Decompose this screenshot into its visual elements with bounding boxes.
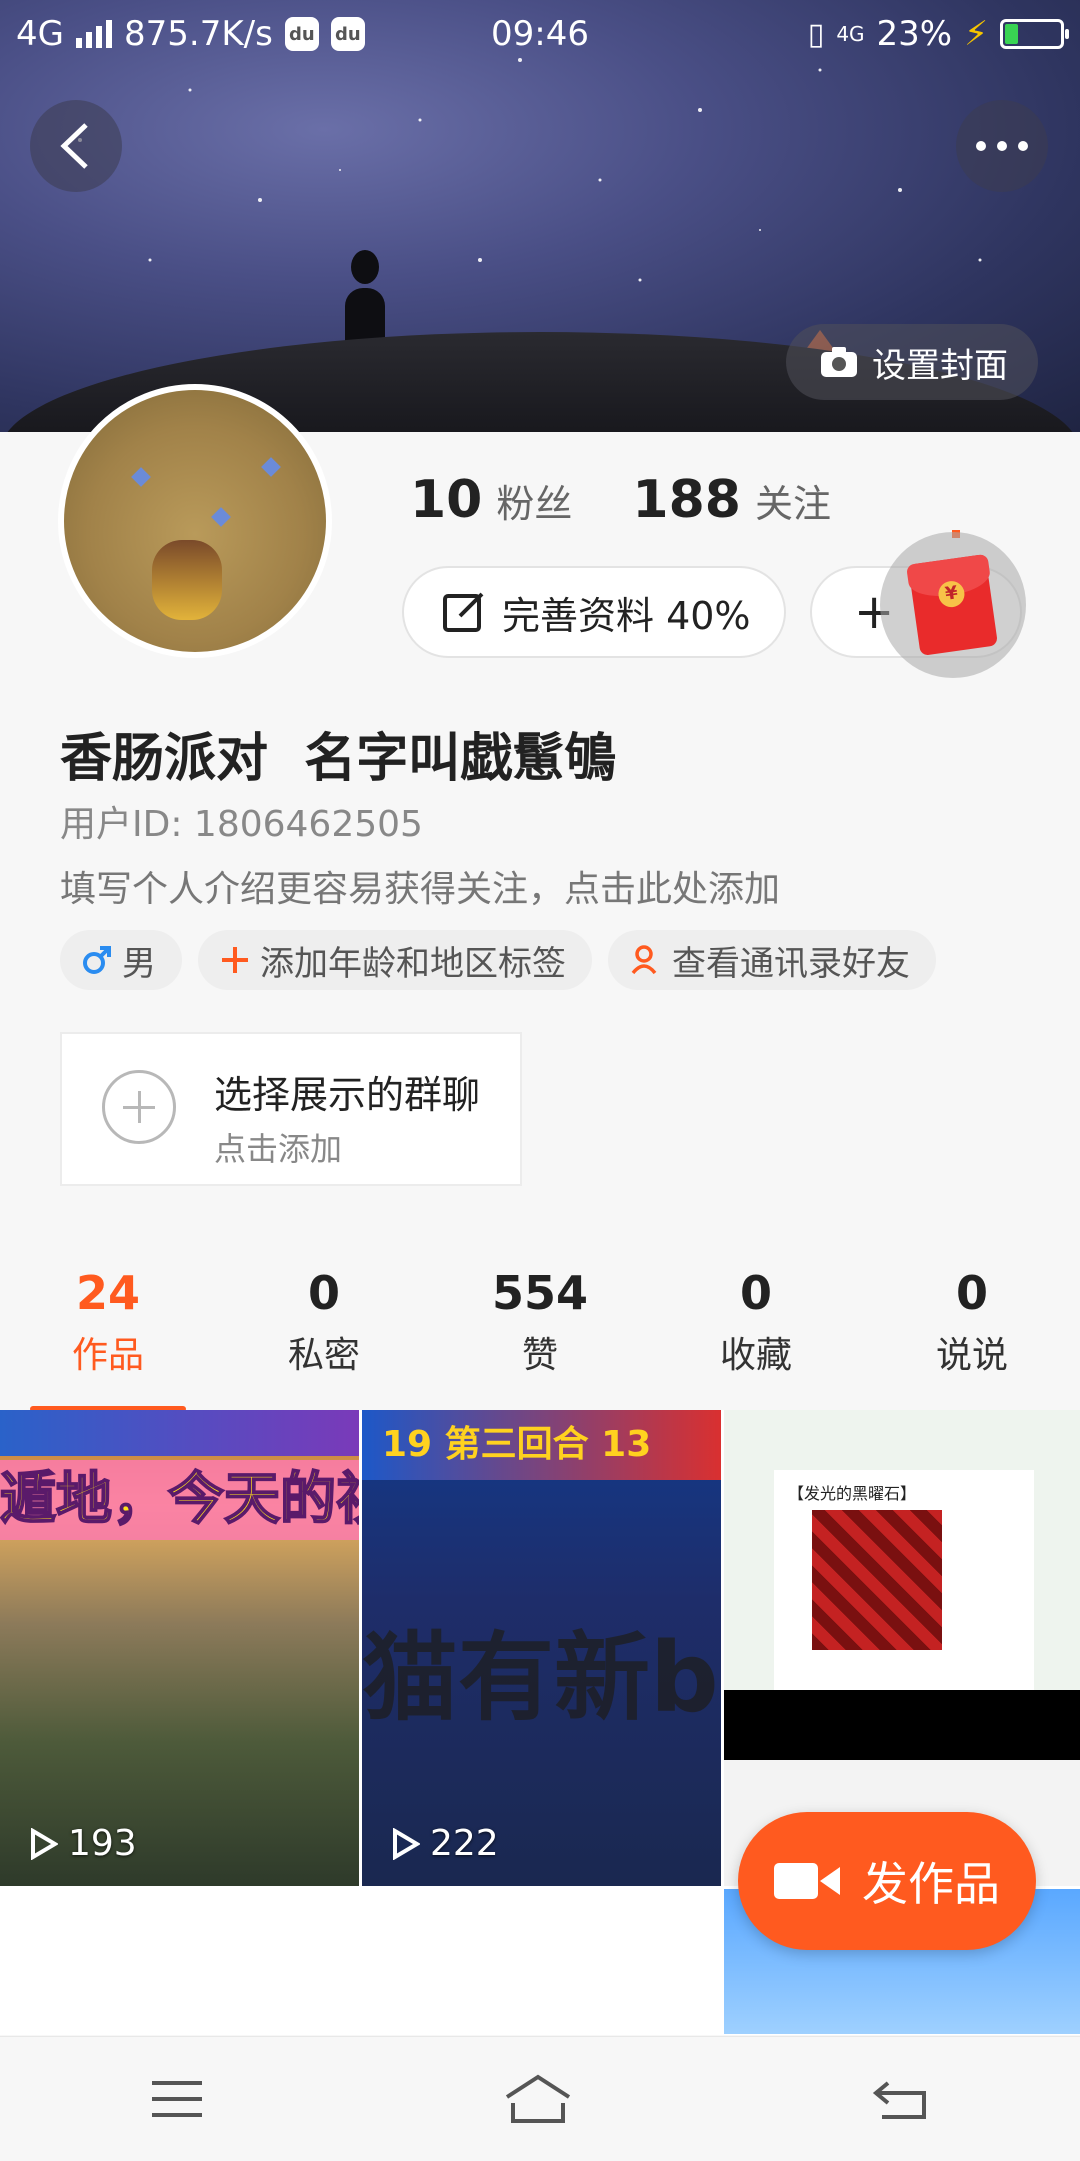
add-age-region-label: 添加年龄和地区标签 [260,943,566,984]
tab-label: 收藏 [719,1335,792,1376]
tab-label: 赞 [521,1335,558,1376]
fans-label: 粉丝 [496,482,573,526]
network-type-2: 4G [836,22,865,46]
red-envelope-icon [907,554,999,656]
avatar-item [131,467,151,487]
back-button[interactable] [30,100,122,192]
more-dots-icon [976,141,1028,151]
add-circle-icon [102,1070,176,1144]
follow-stats: 10 粉丝 188 关注 [410,470,831,530]
tab-works[interactable]: 24 作品 [0,1266,216,1412]
tab-count: 0 [307,1266,340,1320]
set-cover-button[interactable]: 设置封面 [786,324,1038,400]
tab-label: 私密 [287,1335,360,1376]
menu-icon[interactable] [150,2079,204,2119]
video-overlay-text: 【发光的黑曜石】 [788,1484,917,1503]
tab-private[interactable]: 0 私密 [216,1266,432,1406]
back-nav-icon[interactable] [872,2077,930,2121]
tab-count: 0 [739,1266,772,1320]
play-count: 193 [30,1823,137,1864]
avatar-item [261,457,281,477]
follow-count: 188 [632,470,741,530]
play-count-value: 193 [68,1823,137,1864]
video-camera-icon [774,1863,840,1899]
edit-profile-label: 完善资料 40% [502,593,751,638]
plus-icon [222,947,248,973]
gender-label: 男 [122,943,156,984]
group-chat-card[interactable]: 选择展示的群聊 点击添加 [60,1032,522,1186]
avatar-item [211,507,231,527]
red-envelope-button[interactable] [880,532,1026,678]
tab-posts[interactable]: 0 说说 [864,1266,1080,1406]
video-overlay-text: 遁地，今天的视 [0,1460,359,1540]
fans-stat[interactable]: 10 粉丝 [410,470,572,530]
add-age-region-tag[interactable]: 添加年龄和地区标签 [198,930,592,990]
set-cover-label: 设置封面 [872,345,1008,386]
post-work-button[interactable]: 发作品 [738,1812,1036,1950]
tab-likes[interactable]: 554 赞 [432,1266,648,1406]
group-chat-subtitle: 点击添加 [214,1130,343,1168]
tab-count: 554 [491,1266,589,1320]
edit-icon [443,592,484,632]
video-thumbnail[interactable] [362,1889,721,2034]
gender-tag[interactable]: 男 [60,930,182,990]
play-icon [393,1827,420,1860]
camera-icon [821,347,857,377]
tab-label: 说说 [935,1335,1008,1376]
follow-stat[interactable]: 188 关注 [632,470,831,530]
video-overlay-header: 19 第三回合 13 [362,1410,721,1480]
contacts-friends-tag[interactable]: 查看通讯录好友 [608,930,936,990]
obsidian-block-image [812,1510,942,1650]
video-thumbnail[interactable]: 19 第三回合 13 猫有新bu 222 [362,1410,721,1886]
charging-icon: ⚡ [964,14,988,54]
fans-count: 10 [410,470,483,530]
back-arrow-icon [60,123,88,169]
contacts-icon [631,945,657,975]
tab-label: 作品 [71,1335,144,1376]
bio-hint[interactable]: 填写个人介绍更容易获得关注，点击此处添加 [60,860,780,912]
play-count-value: 222 [430,1823,499,1864]
tab-favorites[interactable]: 0 收藏 [648,1266,864,1406]
male-icon [83,946,111,974]
video-overlay-text: 猫有新bu [362,1622,721,1734]
nickname: 香肠派对 名字叫戯䰄鴝 [60,729,617,789]
battery-icon [1000,19,1069,49]
system-nav-bar [0,2036,1080,2161]
tab-count: 0 [955,1266,988,1320]
vibrate-icon: ▯ [807,16,825,52]
user-id: 用户ID: 1806462505 [60,804,423,845]
tab-count: 24 [75,1266,140,1320]
content-tabs: 24 作品 0 私密 554 赞 0 收藏 0 说说 [0,1266,1080,1412]
profile-tags: 男 添加年龄和地区标签 查看通讯录好友 [60,930,936,990]
edit-profile-button[interactable]: 完善资料 40% [402,566,786,658]
group-chat-title: 选择展示的群聊 [214,1073,481,1117]
avatar-character [152,540,222,620]
status-bar: 4G 875.7K/s du du 09:46 ▯ 4G 23% ⚡ [0,0,1080,72]
play-icon [31,1827,58,1860]
play-count: 222 [392,1823,499,1864]
avatar[interactable] [58,384,332,658]
battery-percent: 23% [876,14,953,54]
game-hud-bar [0,1410,359,1456]
follow-label: 关注 [754,482,831,526]
video-thumbnail[interactable] [0,1889,359,2034]
video-thumbnail[interactable]: 遁地，今天的视 193 [0,1410,359,1886]
contacts-friends-label: 查看通讯录好友 [672,943,910,984]
home-icon[interactable] [503,2073,573,2125]
more-button[interactable] [956,100,1048,192]
post-work-label: 发作品 [862,1857,1000,1911]
